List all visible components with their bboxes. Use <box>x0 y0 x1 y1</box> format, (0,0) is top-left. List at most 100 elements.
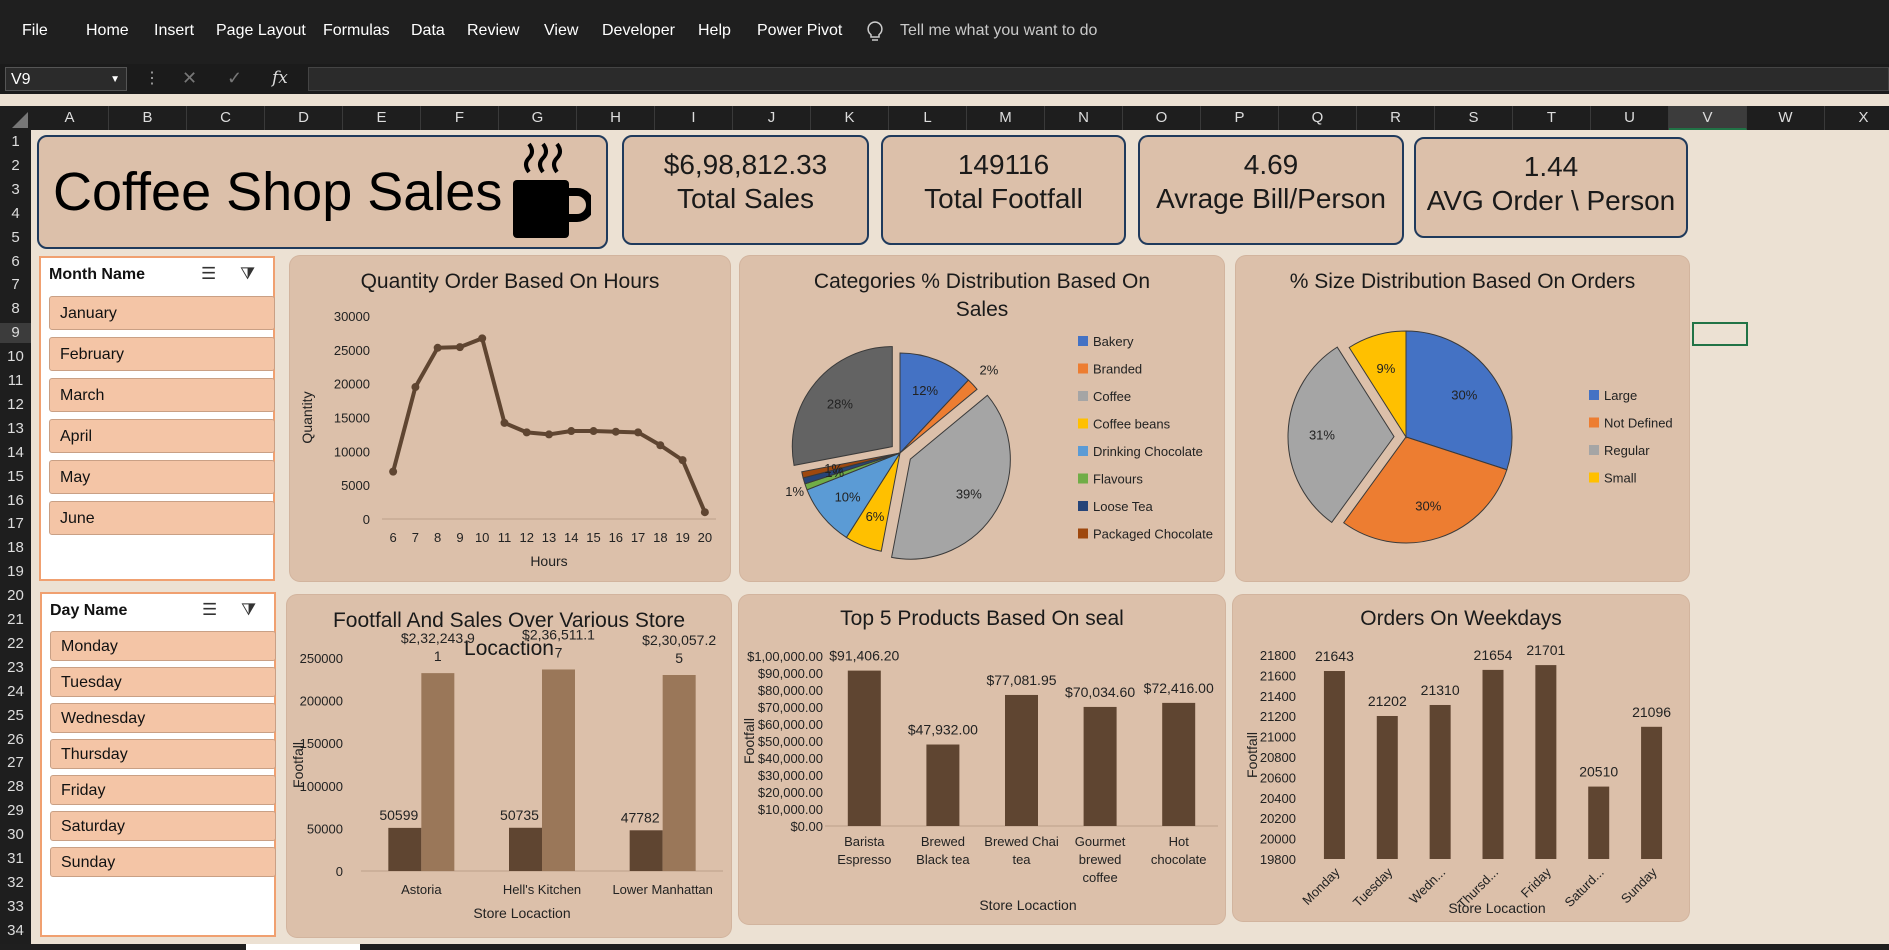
row-header[interactable]: 14 <box>0 443 31 463</box>
row-header[interactable]: 16 <box>0 491 31 511</box>
row-header[interactable]: 26 <box>0 730 31 750</box>
menu-review[interactable]: Review <box>467 22 519 40</box>
row-header[interactable]: 19 <box>0 562 31 582</box>
row-header[interactable]: 6 <box>0 252 31 272</box>
row-header[interactable]: 11 <box>0 371 31 391</box>
active-sheet-tab[interactable] <box>246 944 360 950</box>
row-header[interactable]: 15 <box>0 467 31 487</box>
slicer-item-tuesday[interactable]: Tuesday <box>50 667 276 697</box>
row-header[interactable]: 4 <box>0 204 31 224</box>
row-header[interactable]: 22 <box>0 634 31 654</box>
column-header[interactable]: O <box>1123 106 1201 130</box>
column-header[interactable]: D <box>265 106 343 130</box>
clear-filter-icon[interactable]: ⧩ <box>241 600 256 620</box>
column-header[interactable]: G <box>499 106 577 130</box>
column-header[interactable]: H <box>577 106 655 130</box>
row-header[interactable]: 23 <box>0 658 31 678</box>
slicer-item-june[interactable]: June <box>49 501 275 535</box>
cancel-icon[interactable]: ✕ <box>182 68 197 89</box>
slicer-item-sunday[interactable]: Sunday <box>50 847 276 877</box>
menu-power-pivot[interactable]: Power Pivot <box>757 22 842 40</box>
row-header[interactable]: 20 <box>0 586 31 606</box>
chart-panel-products[interactable]: Top 5 Products Based On seal $0.00 $10,00… <box>739 595 1225 924</box>
column-header[interactable]: L <box>889 106 967 130</box>
row-header[interactable]: 25 <box>0 706 31 726</box>
row-header[interactable]: 2 <box>0 156 31 176</box>
column-header[interactable]: F <box>421 106 499 130</box>
slicer-item-april[interactable]: April <box>49 419 275 453</box>
slicer-item-wednesday[interactable]: Wednesday <box>50 703 276 733</box>
column-header[interactable]: X <box>1825 106 1889 130</box>
slicer-item-monday[interactable]: Monday <box>50 631 276 661</box>
row-header[interactable]: 29 <box>0 801 31 821</box>
row-header[interactable]: 1 <box>0 132 31 152</box>
formula-input[interactable] <box>308 67 1889 91</box>
column-header[interactable]: T <box>1513 106 1591 130</box>
row-header[interactable]: 30 <box>0 825 31 845</box>
chart-panel-size[interactable]: % Size Distribution Based On Orders 30% 3… <box>1236 256 1689 581</box>
row-header[interactable]: 8 <box>0 299 31 319</box>
clear-filter-icon[interactable]: ⧩ <box>240 264 255 284</box>
column-header[interactable]: M <box>967 106 1045 130</box>
multi-select-icon[interactable]: ☰ <box>202 600 217 620</box>
row-header[interactable]: 5 <box>0 228 31 248</box>
row-header[interactable]: 33 <box>0 897 31 917</box>
menu-insert[interactable]: Insert <box>154 22 194 40</box>
menu-developer[interactable]: Developer <box>602 22 675 40</box>
row-header[interactable]: 32 <box>0 873 31 893</box>
column-header[interactable]: W <box>1747 106 1825 130</box>
menu-data[interactable]: Data <box>411 22 445 40</box>
chart-panel-hours[interactable]: Quantity Order Based On Hours 0 5000 10000… <box>290 256 730 581</box>
row-header[interactable]: 17 <box>0 514 31 534</box>
menu-home[interactable]: Home <box>86 22 129 40</box>
select-all-corner-icon[interactable] <box>12 112 28 128</box>
column-header[interactable]: U <box>1591 106 1669 130</box>
column-header[interactable]: C <box>187 106 265 130</box>
column-header[interactable]: B <box>109 106 187 130</box>
row-header[interactable]: 12 <box>0 395 31 415</box>
slicer-item-march[interactable]: March <box>49 378 275 412</box>
slicer-item-may[interactable]: May <box>49 460 275 494</box>
column-header[interactable]: Q <box>1279 106 1357 130</box>
row-header[interactable]: 9 <box>0 323 31 344</box>
row-header[interactable]: 13 <box>0 419 31 439</box>
slicer-item-thursday[interactable]: Thursday <box>50 739 276 769</box>
row-header[interactable]: 21 <box>0 610 31 630</box>
row-header[interactable]: 27 <box>0 753 31 773</box>
column-header[interactable]: R <box>1357 106 1435 130</box>
column-header[interactable]: K <box>811 106 889 130</box>
column-header[interactable]: S <box>1435 106 1513 130</box>
column-header[interactable]: A <box>31 106 109 130</box>
tell-me-search[interactable]: Tell me what you want to do <box>900 22 1097 40</box>
selected-cell-v9[interactable] <box>1692 322 1748 346</box>
row-header[interactable]: 3 <box>0 180 31 200</box>
row-header[interactable]: 34 <box>0 921 31 941</box>
menu-formulas[interactable]: Formulas <box>323 22 390 40</box>
multi-select-icon[interactable]: ☰ <box>201 264 216 284</box>
row-header[interactable]: 31 <box>0 849 31 869</box>
slicer-item-friday[interactable]: Friday <box>50 775 276 805</box>
name-box[interactable]: V9 ▼ <box>5 67 127 91</box>
row-header[interactable]: 24 <box>0 682 31 702</box>
row-header[interactable]: 7 <box>0 275 31 295</box>
column-header[interactable]: E <box>343 106 421 130</box>
menu-file[interactable]: File <box>22 22 48 40</box>
menu-view[interactable]: View <box>544 22 578 40</box>
chevron-down-icon[interactable]: ▼ <box>110 68 120 92</box>
slicer-item-january[interactable]: January <box>49 296 275 330</box>
column-header[interactable]: J <box>733 106 811 130</box>
slicer-item-saturday[interactable]: Saturday <box>50 811 276 841</box>
more-options-icon[interactable]: ⋮ <box>144 68 160 88</box>
slicer-item-february[interactable]: February <box>49 337 275 371</box>
row-header[interactable]: 18 <box>0 538 31 558</box>
menu-help[interactable]: Help <box>698 22 731 40</box>
menu-page-layout[interactable]: Page Layout <box>216 22 306 40</box>
column-header[interactable]: N <box>1045 106 1123 130</box>
chart-panel-weekdays[interactable]: Orders On Weekdays 19800 20000 20200 20400 2… <box>1233 595 1689 921</box>
column-header[interactable]: I <box>655 106 733 130</box>
chart-panel-stores[interactable]: Footfall And Sales Over Various Store Lo… <box>287 595 731 937</box>
row-header[interactable]: 10 <box>0 347 31 367</box>
enter-check-icon[interactable]: ✓ <box>227 68 242 89</box>
function-icon[interactable]: fx <box>272 68 288 88</box>
sheet-tabs-bar[interactable] <box>0 944 1889 950</box>
